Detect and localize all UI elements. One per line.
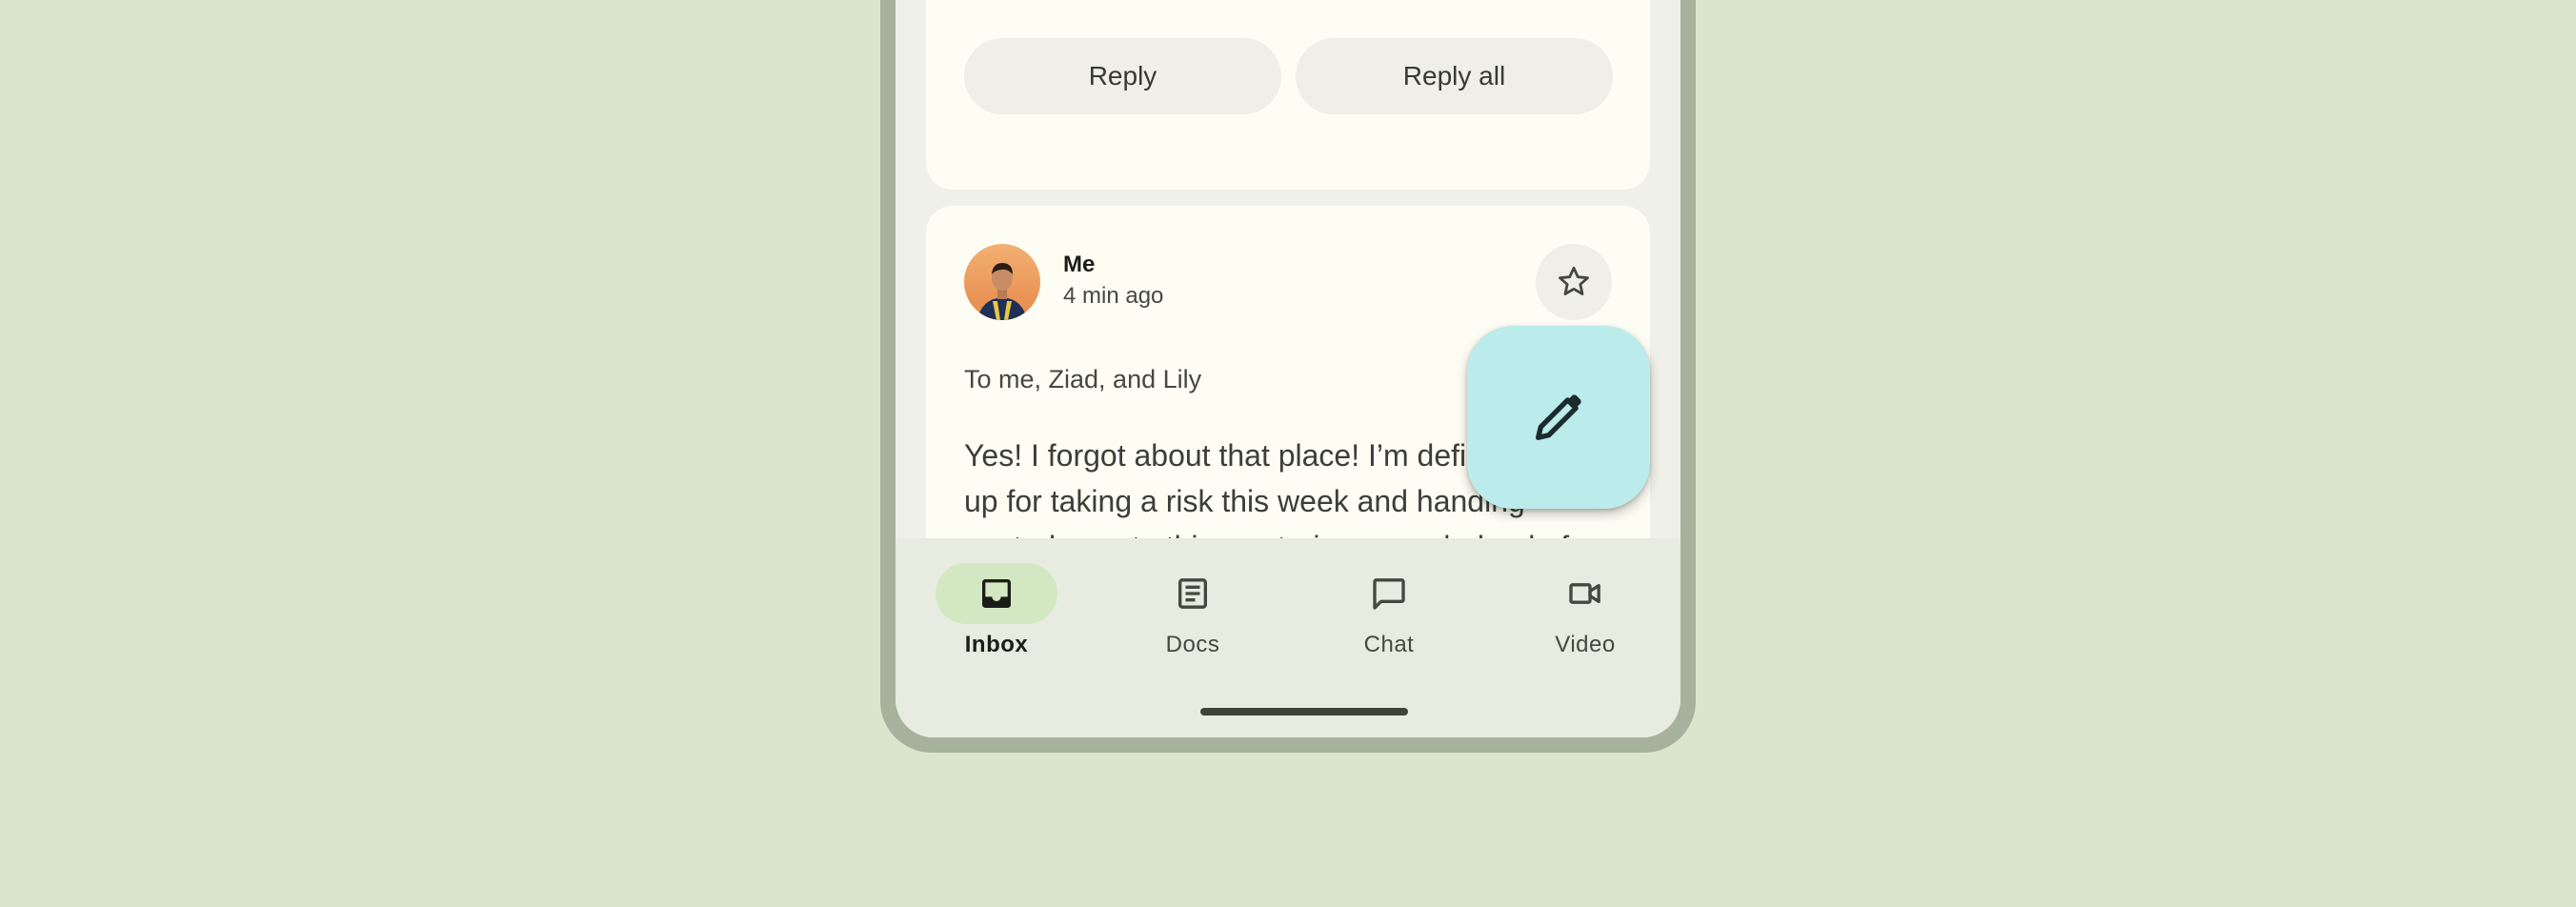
nav-indicator (936, 563, 1057, 624)
nav-label-video: Video (1555, 632, 1616, 657)
inbox-icon (982, 579, 1011, 608)
recipients: To me, Ziad, and Lily (964, 365, 1202, 393)
home-indicator[interactable] (1200, 708, 1408, 716)
nav-indicator (1132, 563, 1254, 624)
chat-icon (1373, 578, 1405, 610)
pencil-icon (1536, 394, 1581, 440)
nav-label-chat: Chat (1363, 632, 1415, 657)
docs-icon (1178, 578, 1207, 609)
nav-indicator (1328, 563, 1450, 624)
avatar[interactable] (964, 244, 1040, 320)
nav-label-docs: Docs (1165, 632, 1220, 657)
star-button[interactable] (1536, 244, 1612, 320)
nav-indicator (1524, 563, 1646, 624)
avatar-image (964, 244, 1040, 320)
star-outline-icon (1559, 266, 1589, 295)
nav-item-inbox[interactable]: Inbox (930, 563, 1063, 668)
nav-label-inbox: Inbox (964, 632, 1029, 657)
reply-button[interactable]: Reply (964, 38, 1281, 114)
nav-item-video[interactable]: Video (1519, 563, 1652, 668)
compose-fab[interactable] (1467, 326, 1650, 509)
message-timestamp: 4 min ago (1063, 283, 1164, 309)
bottom-navigation: Inbox Docs Chat Video (896, 538, 1680, 737)
sender-name: Me (1063, 252, 1096, 277)
nav-item-chat[interactable]: Chat (1322, 563, 1456, 668)
reply-all-button[interactable]: Reply all (1296, 38, 1613, 114)
video-icon (1569, 583, 1600, 604)
nav-item-docs[interactable]: Docs (1126, 563, 1259, 668)
previous-message-card: So Reply Reply all (926, 0, 1650, 190)
